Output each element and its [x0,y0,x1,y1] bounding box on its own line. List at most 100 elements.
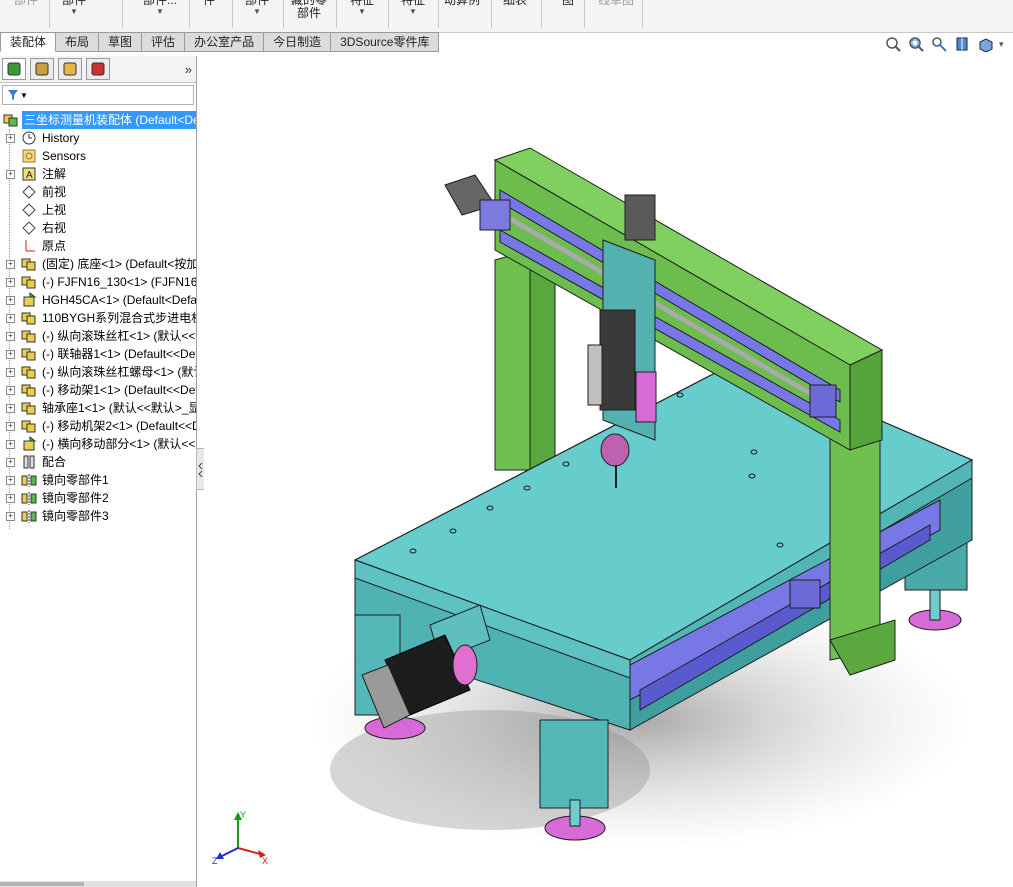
expand-toggle-icon[interactable]: + [6,404,15,413]
feature-manager-tab-icon[interactable] [2,58,26,80]
expand-toggle-icon[interactable]: + [6,314,15,323]
expand-toggle-icon[interactable]: + [6,332,15,341]
scrollbar-thumb[interactable] [0,882,84,886]
expand-toggle-icon[interactable]: + [6,494,15,503]
tree-item[interactable]: + 轴承座1<1> (默认<<默认>_显示状态 1>) [0,399,196,417]
assembly-model[interactable] [204,56,1013,887]
ribbon-button[interactable]: 部件 [14,0,38,7]
expand-toggle-icon[interactable]: + [6,422,15,431]
ribbon-separator [642,0,643,28]
expand-toggle-icon[interactable]: + [6,476,15,485]
tree-item[interactable]: + (-) 联轴器1<1> (Default<<Default>_Display … [0,345,196,363]
appearance-manager-tab-icon[interactable] [86,58,110,80]
tree-item[interactable]: 前视 [0,183,196,201]
expand-panel-button[interactable]: » [185,62,192,77]
tree-item[interactable]: + (-) 纵向滚珠丝杠<1> (默认<<默认>_显示状态 1>) [0,327,196,345]
tree-item-label: HGH45CA<1> (Default<Default_Display Stat… [42,293,196,307]
zoom-to-area-icon[interactable] [907,36,925,52]
expand-toggle-icon[interactable]: + [6,386,15,395]
ribbon-button[interactable]: 图 [562,0,574,7]
tree-item[interactable]: + 配合 [0,453,196,471]
tree-item[interactable]: +110BYGH系列混合式步进电机<1> [0,309,196,327]
heads-up-view-toolbar: ▾ [884,36,1004,52]
tree-item[interactable]: + (-) FJFN16_130<1> (FJFN16_130<Default>) [0,273,196,291]
tree-item-label: 原点 [42,239,67,253]
section-view-icon[interactable] [953,36,971,52]
tree-item[interactable]: + (-) 移动机架2<1> (Default<<Default>_Display… [0,417,196,435]
tree-item[interactable]: + 镜向零部件1 [0,471,196,489]
tree-item[interactable]: 右视 [0,219,196,237]
tree-item[interactable]: + (固定) 底座<1> (Default<按加工>_Display State … [0,255,196,273]
tree-root-item[interactable]: 三坐标测量机装配体 (Default<Default_Display State… [0,111,196,129]
tab-1[interactable]: 布局 [56,32,100,52]
ribbon-button[interactable]: 特征 ▼ [401,0,425,16]
ribbon-separator [438,0,439,28]
expand-toggle-icon[interactable]: + [6,260,15,269]
tree-item[interactable]: + (-) 移动架1<1> (Default<<Default>_Display … [0,381,196,399]
ribbon-button[interactable]: 细表 [503,0,527,7]
tab-5[interactable]: 今日制造 [264,32,332,52]
tree-item[interactable]: 原点 [0,237,196,255]
tree-item[interactable]: + A 注解 [0,165,196,183]
x-axis-arrow [237,847,261,855]
expand-toggle-icon[interactable]: + [6,368,15,377]
tree-item-label: (-) 联轴器1<1> (Default<<Default>_Display S… [42,347,196,361]
ribbon-button-label: 特征 [401,0,426,7]
dropdown-arrow-icon[interactable]: ▼ [401,7,425,16]
ribbon-button-label: 特征 [350,0,375,7]
expand-toggle-icon[interactable]: + [6,512,15,521]
expand-toggle-icon[interactable]: + [6,278,15,287]
configuration-manager-tab-icon[interactable] [58,58,82,80]
ribbon-button[interactable]: 藏的零 部件 [291,0,327,20]
property-manager-tab-icon[interactable] [30,58,54,80]
tab-2[interactable]: 草图 [99,32,143,52]
ribbon-button[interactable]: 动算例 [444,0,480,7]
filter-dropdown[interactable]: ▼ [20,91,28,100]
feature-tree: 三坐标测量机装配体 (Default<Default_Display State… [0,111,196,529]
hud-dropdown-icon[interactable]: ▾ [999,39,1004,50]
tab-4[interactable]: 办公室产品 [185,32,265,52]
graphics-area[interactable]: Y X Z [204,56,1013,887]
ribbon-button[interactable]: 部件 ▼ [62,0,86,16]
tab-6[interactable]: 3DSource零件库 [331,32,440,52]
dropdown-arrow-icon[interactable]: ▼ [143,7,177,16]
mirror-icon [21,490,37,506]
spindle-clamp [635,371,657,423]
tree-filter[interactable]: ▼ [2,85,194,105]
tree-item[interactable]: + (-) 纵向滚珠丝杠螺母<1> (默认<<默认>_显示状态 1>) [0,363,196,381]
previous-view-icon[interactable] [930,36,948,52]
expand-toggle-icon[interactable]: + [6,350,15,359]
tree-item[interactable]: + 镜向零部件3 [0,507,196,525]
ribbon-button[interactable]: 件 [203,0,215,7]
expand-toggle-icon[interactable]: + [6,440,15,449]
tree-item[interactable]: + (-) 横向移动部分<1> (默认<<默认>_显示状态 1>) [0,435,196,453]
tree-item-label: 110BYGH系列混合式步进电机<1> [42,311,196,325]
zoom-to-fit-icon[interactable] [884,36,902,52]
expand-toggle-icon[interactable]: + [6,296,15,305]
dropdown-arrow-icon[interactable]: ▼ [245,7,269,16]
coordinate-triad: Y X Z [212,810,268,866]
tree-item[interactable]: + 镜向零部件2 [0,489,196,507]
ribbon-button[interactable]: 部件 ▼ [245,0,269,16]
svg-text:A: A [26,170,33,181]
view-orientation-icon[interactable] [976,36,994,52]
gantry-post-front [829,419,881,661]
dropdown-arrow-icon[interactable]: ▼ [62,7,86,16]
tree-item[interactable]: 上视 [0,201,196,219]
ribbon-button[interactable]: 特征 ▼ [350,0,374,16]
tree-item[interactable]: + History [0,129,196,147]
tree-item[interactable]: Sensors [0,147,196,165]
ribbon-button[interactable]: 线草图 [598,0,634,7]
expand-toggle-icon[interactable]: + [6,458,15,467]
tree-item-label: 镜向零部件2 [42,491,109,505]
dropdown-arrow-icon[interactable]: ▼ [350,7,374,16]
horizontal-scrollbar[interactable] [0,881,196,887]
tab-0[interactable]: 装配体 [0,32,57,52]
ribbon-button[interactable]: 部件... ▼ [143,0,177,16]
expand-toggle-icon[interactable]: + [6,134,15,143]
tree-item[interactable]: + HGH45CA<1> (Default<Default_Display Sta… [0,291,196,309]
tab-3[interactable]: 评估 [142,32,186,52]
y-axis-label: Y [240,810,246,820]
expand-toggle-icon[interactable]: + [6,170,15,179]
z-axis-motor [624,194,656,241]
